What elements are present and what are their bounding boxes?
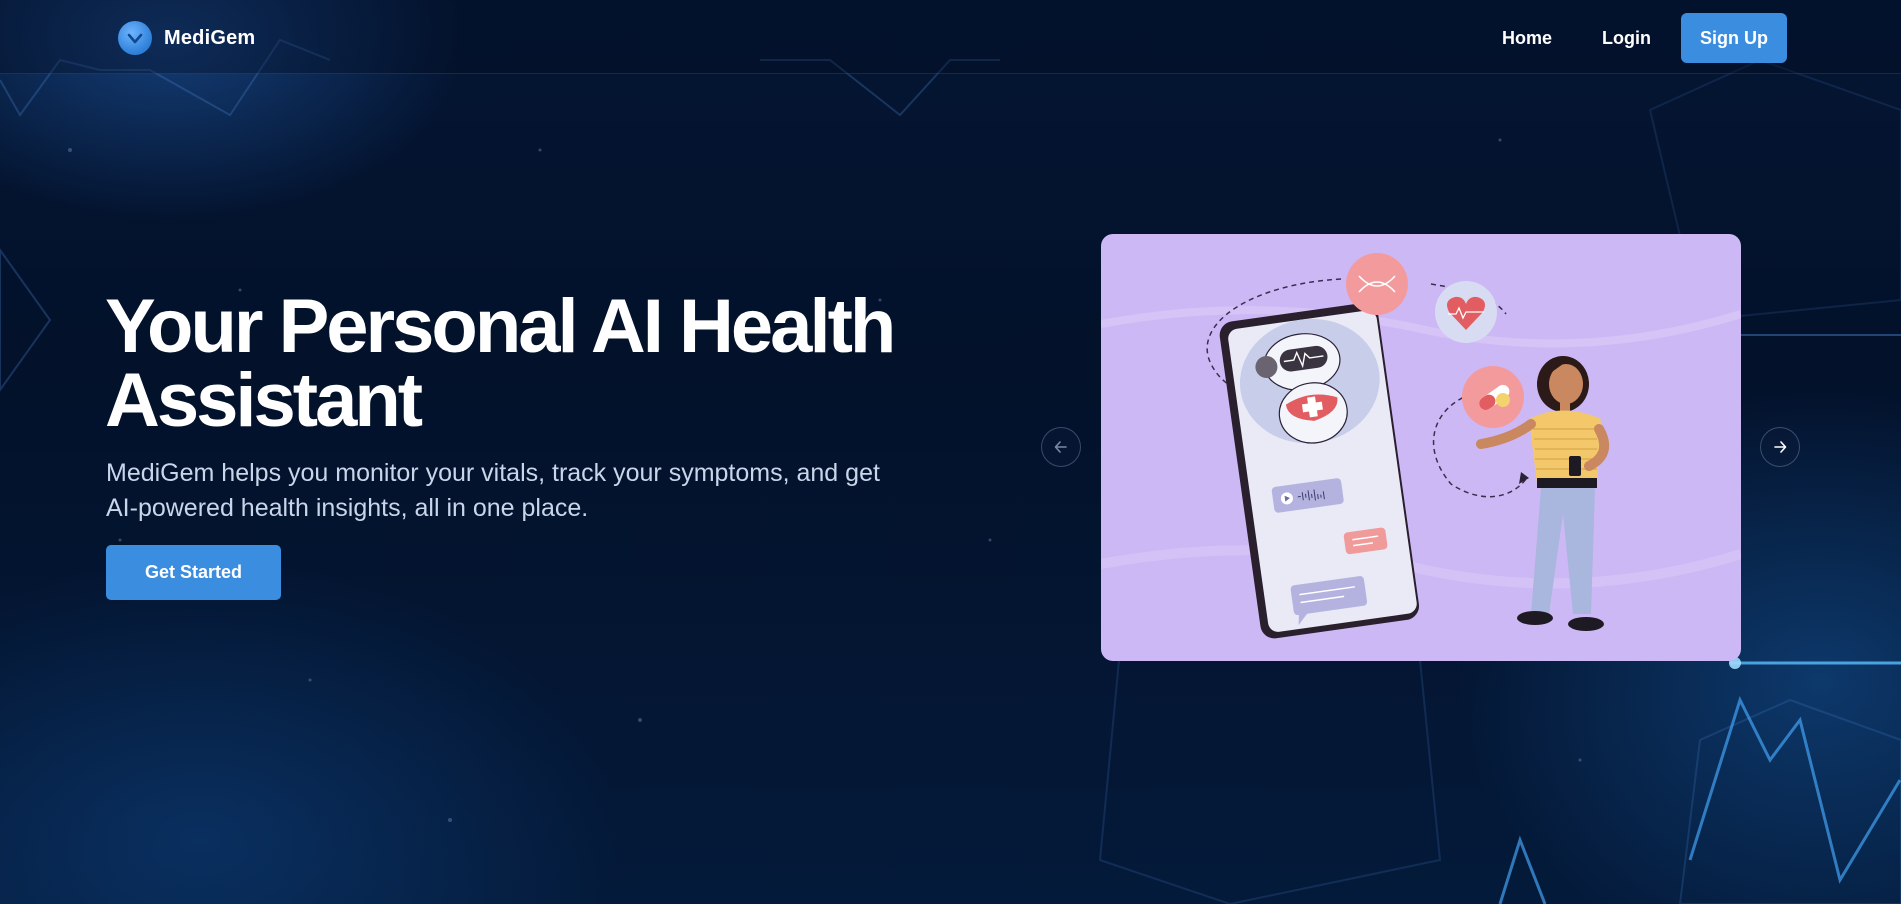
arrow-right-icon [1774, 441, 1787, 453]
navbar: MediGem Home Login Sign Up [0, 0, 1901, 74]
signup-button[interactable]: Sign Up [1681, 13, 1787, 63]
arrow-left-icon [1054, 441, 1067, 453]
brand-name: MediGem [164, 26, 256, 49]
carousel-next-button[interactable] [1760, 427, 1800, 467]
ai-health-assistant-illustration [1101, 253, 1741, 639]
nav-home-link[interactable]: Home [1477, 28, 1577, 49]
hero-subtitle: MediGem helps you monitor your vitals, t… [106, 459, 880, 522]
carousel-slide [1101, 234, 1741, 661]
nav-links: Home Login Sign Up [1477, 13, 1787, 63]
nav-login-link[interactable]: Login [1577, 28, 1676, 49]
get-started-button[interactable]: Get Started [106, 545, 281, 600]
hero-title: Your Personal AI Health Assistant [105, 284, 896, 443]
medigem-logo-icon [118, 21, 152, 55]
brand[interactable]: MediGem [118, 21, 255, 55]
carousel-prev-button[interactable] [1041, 427, 1081, 467]
